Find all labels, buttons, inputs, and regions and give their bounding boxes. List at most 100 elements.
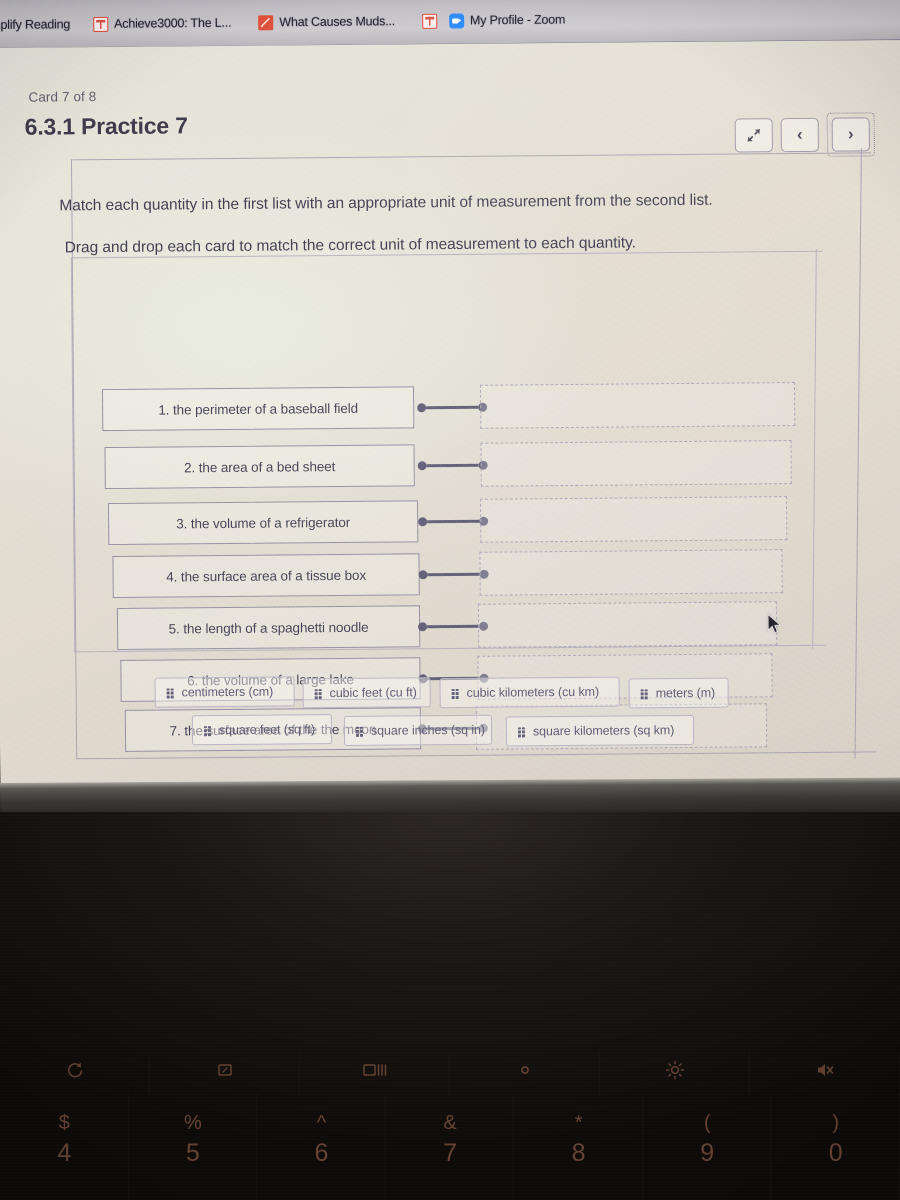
lesson-page: Card 7 of 8 6.3.1 Practice 7 ‹ › Match e… [0,40,900,793]
keyboard-key-0[interactable]: ) 0 [771,1105,900,1200]
key-number: 4 [57,1139,72,1167]
connector-dot-left [418,622,428,632]
key-symbol: ) [832,1112,840,1134]
connector-bar [426,405,479,410]
matching-row: 2. the area of a bed sheet [72,440,832,490]
unit-token-label: cubic kilometers (cu km) [466,684,600,700]
connector-bar [427,519,480,524]
browser-tab-label: mplify Reading [0,17,71,32]
unit-token-2[interactable]: cubic feet (cu ft) [302,677,431,709]
drop-zone-5[interactable] [477,601,778,648]
expand-icon [747,129,760,142]
quantity-card-3[interactable]: 3. the volume of a refrigerator [107,500,419,546]
connector-line-4 [418,569,489,580]
browser-tab-what-causes-muds[interactable]: What Causes Muds... [240,10,404,34]
keyboard-key-9[interactable]: (9 [643,1105,772,1200]
connector-line-2 [417,460,488,471]
quantity-card-2[interactable]: 2. the area of a bed sheet [104,444,415,490]
unit-token-label: meters (m) [655,685,716,701]
key-number: 9 [700,1139,715,1167]
key-symbol: & [443,1112,457,1134]
unit-token-3[interactable]: cubic kilometers (cu km) [439,676,620,709]
function-key-brightness-up[interactable] [600,1059,750,1081]
drag-handle-icon[interactable] [166,687,175,699]
drag-handle-icon[interactable] [451,688,460,699]
keyboard-key-6[interactable]: ^ 6 [257,1105,386,1200]
drop-zone-1[interactable] [479,382,796,429]
unit-token-5[interactable]: square feet (sq ft) [191,714,333,746]
function-key-refresh[interactable] [0,1060,150,1080]
key-symbol: % [183,1112,202,1134]
connector-line-3 [418,516,489,527]
amplify-icon [93,16,109,32]
mute-icon [815,1060,835,1080]
laptop-screen-photo: mplify Reading Achieve3000: The L... Wha… [0,0,900,1200]
quantity-card-1[interactable]: 1. the perimeter of a baseball field [101,386,415,432]
next-button[interactable]: › [831,117,870,152]
function-key-window-overview[interactable] [300,1060,450,1080]
card-counter: Card 7 of 8 [28,89,97,105]
brightness-up-icon [664,1059,686,1081]
connector-dot-left [418,517,428,527]
connector-bar [427,624,480,629]
unit-token-7[interactable]: square kilometers (sq km) [505,714,695,747]
browser-tab-achieve3000[interactable]: Achieve3000: The L... [79,12,240,36]
unit-token-label: square kilometers (sq km) [532,723,675,739]
unit-token-label: square feet (sq ft) [218,722,316,738]
drag-handle-icon[interactable] [314,688,323,699]
key-symbol: $ [58,1112,70,1134]
unit-token-label: square inches (sq in) [370,722,485,738]
connector-dot-left [417,461,427,471]
expand-button[interactable] [734,118,773,153]
browser-tab-label: My Profile - Zoom [469,12,566,28]
key-number: 7 [443,1139,457,1167]
function-key-mute[interactable] [750,1060,900,1080]
matching-row: 3. the volume of a refrigerator [73,496,833,546]
key-symbol: ^ [316,1112,327,1134]
key-number: 5 [185,1139,200,1167]
browser-tab-amplify-reading[interactable]: mplify Reading [0,13,79,36]
quantity-card-5[interactable]: 5. the length of a spaghetti noodle [116,605,421,650]
connector-line-1 [417,402,488,413]
keyboard-key-4[interactable]: $4 [0,1105,129,1200]
drop-zone-2[interactable] [480,440,792,487]
document-icon [258,14,274,30]
browser-tabs: mplify Reading Achieve3000: The L... Wha… [0,8,574,36]
key-number: 6 [314,1139,329,1167]
keyboard-key-8[interactable]: * 8 [514,1105,643,1200]
connector-dot-left [417,403,427,413]
navigation-buttons: ‹ › [734,112,875,157]
connector-bar [426,463,479,468]
keyboard-key-5[interactable]: % 5 [129,1105,258,1200]
function-key-brightness-down[interactable] [450,1060,600,1080]
keyboard-key-7[interactable]: & 7 [386,1105,515,1200]
amplify-icon [421,13,438,29]
matching-row: 5. the length of a spaghetti noodle [74,601,834,651]
drop-zone-4[interactable] [479,549,783,596]
drag-handle-icon[interactable] [640,688,649,699]
drag-handle-icon[interactable] [517,726,526,738]
key-symbol: * [574,1112,583,1134]
refresh-icon [65,1060,85,1080]
function-key-fullscreen[interactable] [150,1060,300,1080]
brightness-down-icon [515,1060,535,1080]
unit-token-1[interactable]: centimeters (cm) [154,676,295,708]
browser-tab-label: Achieve3000: The L... [114,15,232,31]
key-number: 8 [571,1139,586,1167]
drag-handle-icon[interactable] [203,725,212,736]
drag-handle-icon[interactable] [355,726,364,737]
drop-zone-3[interactable] [479,496,788,543]
browser-tab-my-profile-zoom[interactable]: My Profile - Zoom [404,8,574,32]
unit-token-6[interactable]: square inches (sq in) [343,714,493,746]
unit-token-label: cubic feet (cu ft) [329,685,417,701]
key-number: 0 [828,1139,843,1167]
matching-row: 4. the surface area of a tissue box [73,549,833,599]
zoom-camera-icon [448,12,465,29]
browser-tab-label: What Causes Muds... [279,14,396,30]
previous-button[interactable]: ‹ [780,117,819,153]
unit-token-4[interactable]: meters (m) [628,677,729,709]
key-symbol: ( [703,1112,711,1134]
unit-token-label: centimeters (cm) [181,684,274,700]
web-page-viewport: Card 7 of 8 6.3.1 Practice 7 ‹ › Match e… [0,40,900,793]
quantity-card-4[interactable]: 4. the surface area of a tissue box [112,553,420,598]
